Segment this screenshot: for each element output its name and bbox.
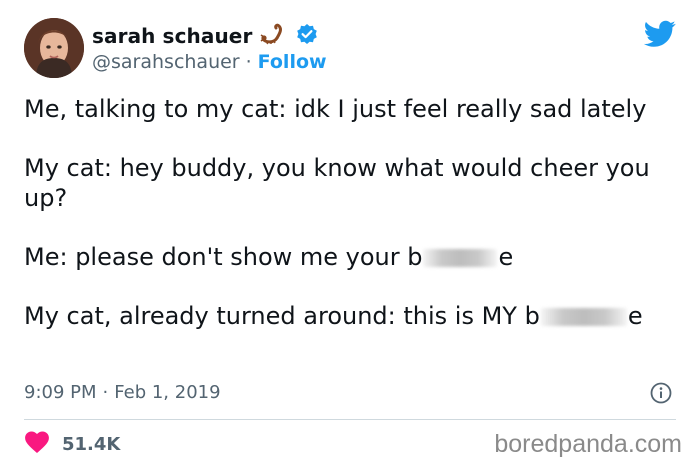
avatar[interactable]: [24, 18, 84, 78]
tweet-paragraph-3-suffix: e: [498, 243, 514, 271]
timestamp-dot: ·: [102, 381, 109, 403]
scorpion-icon: [260, 23, 288, 49]
censor-blur: [423, 249, 498, 267]
tweet-time: 9:09 PM: [24, 381, 97, 403]
author-handle-row: @sarahschauer · Follow: [92, 50, 327, 74]
like-button[interactable]: 51.4K: [24, 430, 121, 459]
info-icon[interactable]: [650, 382, 672, 404]
timestamp[interactable]: 9:09 PM · Feb 1, 2019: [24, 378, 221, 406]
censor-blur: [540, 308, 627, 326]
separator-dot: ·: [245, 51, 252, 73]
tweet-paragraph-3-prefix: Me: please don't show me your b: [24, 243, 423, 271]
twitter-bird-icon[interactable]: [643, 20, 676, 48]
tweet-paragraph-2: My cat: hey buddy, you know what would c…: [24, 154, 650, 212]
author-handle[interactable]: @sarahschauer: [92, 51, 240, 73]
like-count: 51.4K: [62, 433, 121, 455]
divider: [24, 419, 676, 420]
tweet-paragraph-1: Me, talking to my cat: idk I just feel r…: [24, 95, 647, 123]
heart-icon: [24, 430, 50, 459]
tweet-paragraph-4: My cat, already turned around: this is M…: [24, 301, 664, 331]
author-name-row: sarah schauer: [92, 22, 318, 50]
author-name[interactable]: sarah schauer: [92, 24, 252, 48]
verified-badge-icon: [296, 23, 318, 49]
tweet-paragraph-3: Me: please don't show me your b e: [24, 242, 664, 272]
tweet-card: sarah schauer @sarahschauer · Follow Me,…: [0, 0, 700, 471]
tweet-date: Feb 1, 2019: [114, 381, 221, 403]
follow-button[interactable]: Follow: [258, 51, 327, 73]
tweet-paragraph-4-prefix: My cat, already turned around: this is M…: [24, 302, 540, 330]
tweet-paragraph-4-suffix: e: [627, 302, 643, 330]
tweet-text: Me, talking to my cat: idk I just feel r…: [24, 94, 664, 331]
watermark: boredpanda.com: [494, 430, 682, 458]
